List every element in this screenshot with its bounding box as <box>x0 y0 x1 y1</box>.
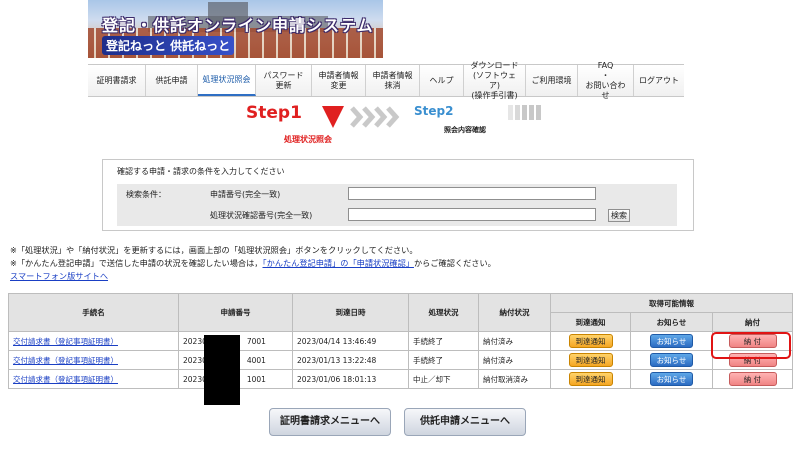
search-instruction: 確認する申請・請求の条件を入力してください <box>117 167 285 176</box>
status-check-number-label: 処理状況確認番号(完全一致) <box>210 211 313 220</box>
note-kantan: ※「かんたん登記申請」で送信した申請の状況を確認したい場合は，「かんたん登記申請… <box>10 257 496 269</box>
step2-title: Step2 <box>414 104 454 118</box>
nav-item-password[interactable]: パスワード 更新 <box>256 65 312 96</box>
arrival-datetime: 2023/04/14 13:46:49 <box>292 331 409 351</box>
application-number-suffix: 1001 <box>246 374 266 384</box>
search-condition-label: 検索条件： <box>126 190 166 199</box>
note-update-status: ※「処理状況」や「納付状況」を更新するには，画面上部の「処理状況照会」ボタンをク… <box>10 245 418 255</box>
step-chevrons-icon <box>350 106 400 128</box>
header-arrival-datetime: 到達日時 <box>292 293 409 332</box>
note-kantan-post: からご確認ください。 <box>413 258 496 268</box>
step1-label: 処理状況照会 <box>284 135 332 144</box>
arrival-notice-button[interactable]: 到達通知 <box>568 353 613 367</box>
certificate-menu-button[interactable]: 証明書請求メニューへ <box>269 408 391 436</box>
header-banner: 登記・供託オンライン申請システム 登記ねっと 供託ねっと <box>88 0 383 58</box>
payment-status: 納付取消済み <box>478 369 551 389</box>
step2-label: 照会内容確認 <box>444 126 486 134</box>
nav-item-certificate[interactable]: 証明書請求 <box>88 65 146 96</box>
info-button[interactable]: お知らせ <box>649 353 694 367</box>
arrival-notice-button[interactable]: 到達通知 <box>568 334 613 348</box>
header-procedure-name: 手続名 <box>8 293 179 332</box>
process-status: 手続終了 <box>408 350 479 370</box>
nav-item-faq[interactable]: FAQ ・ お問い合わせ <box>578 61 634 100</box>
step1-title: Step1 <box>246 103 302 123</box>
arrival-notice-button[interactable]: 到達通知 <box>568 372 613 386</box>
smartphone-link-wrap: スマートフォン版サイトへ <box>10 270 108 282</box>
header-arrival-notice: 到達通知 <box>550 312 631 332</box>
deposit-menu-button[interactable]: 供託申請メニューへ <box>404 408 526 436</box>
info-button[interactable]: お知らせ <box>649 334 694 348</box>
search-button[interactable]: 検索 <box>608 209 630 222</box>
info-button[interactable]: お知らせ <box>649 372 694 386</box>
status-check-number-input[interactable] <box>348 208 596 221</box>
step-progress-bars <box>508 105 541 120</box>
nav-item-deposit[interactable]: 供託申請 <box>146 65 198 96</box>
application-number-input[interactable] <box>348 187 596 200</box>
smartphone-site-link[interactable]: スマートフォン版サイトへ <box>10 271 108 281</box>
procedure-name-link[interactable]: 交付請求書（登記事項証明書） <box>13 356 118 365</box>
table-row: 交付請求書（登記事項証明書） 20230 7001 2023/04/14 13:4… <box>8 331 793 351</box>
application-number-suffix: 7001 <box>246 336 266 346</box>
site-subtitle: 登記ねっと 供託ねっと <box>102 36 235 55</box>
table-row: 交付請求書（登記事項証明書） 20230 1001 2023/01/06 18:0… <box>8 369 793 389</box>
nav-item-help[interactable]: ヘルプ <box>420 65 464 96</box>
kantan-status-link[interactable]: 「かんたん登記申請」の「申請状況確認」 <box>263 258 414 268</box>
payment-status: 納付済み <box>478 331 551 351</box>
header-info: お知らせ <box>630 312 713 332</box>
table-row: 交付請求書（登記事項証明書） 20230 4001 2023/01/13 13:2… <box>8 350 793 370</box>
procedure-name-link[interactable]: 交付請求書（登記事項証明書） <box>13 375 118 384</box>
header-application-number: 申請番号 <box>178 293 293 332</box>
step1-down-arrow-icon <box>322 106 344 128</box>
redaction-block <box>204 335 240 405</box>
application-number-label: 申請番号(完全一致) <box>210 190 281 199</box>
nav-item-environment[interactable]: ご利用環境 <box>526 65 578 96</box>
header-available-info: 取得可能情報 <box>550 293 793 313</box>
header-payment-status: 納付状況 <box>478 293 551 332</box>
payment-status: 納付済み <box>478 350 551 370</box>
application-number-suffix: 4001 <box>246 355 266 365</box>
procedure-name-link[interactable]: 交付請求書（登記事項証明書） <box>13 337 118 346</box>
status-table: 手続名 申請番号 到達日時 処理状況 納付状況 取得可能情報 到達通知 お知らせ… <box>8 293 793 389</box>
nav-item-logout[interactable]: ログアウト <box>634 65 684 96</box>
nav-item-download[interactable]: ダウンロード (ソフトウェア) (操作手引書) <box>464 61 526 100</box>
header-pay: 納付 <box>712 312 793 332</box>
note-kantan-pre: ※「かんたん登記申請」で送信した申請の状況を確認したい場合は， <box>10 258 263 268</box>
process-status: 中止／却下 <box>408 369 479 389</box>
process-status: 手続終了 <box>408 331 479 351</box>
arrival-datetime: 2023/01/13 13:22:48 <box>292 350 409 370</box>
header-process-status: 処理状況 <box>408 293 479 332</box>
arrival-datetime: 2023/01/06 18:01:13 <box>292 369 409 389</box>
site-title: 登記・供託オンライン申請システム <box>102 16 374 35</box>
nav-item-applicant-delete[interactable]: 申請者情報 抹消 <box>366 65 420 96</box>
pay-button-highlight <box>711 332 791 359</box>
nav-item-applicant-change[interactable]: 申請者情報 変更 <box>312 65 366 96</box>
nav-item-status-inquiry[interactable]: 処理状況照会 <box>198 65 256 96</box>
pay-button[interactable]: 納 付 <box>728 372 777 386</box>
main-nav: 証明書請求 供託申請 処理状況照会 パスワード 更新 申請者情報 変更 申請者情… <box>88 61 684 100</box>
